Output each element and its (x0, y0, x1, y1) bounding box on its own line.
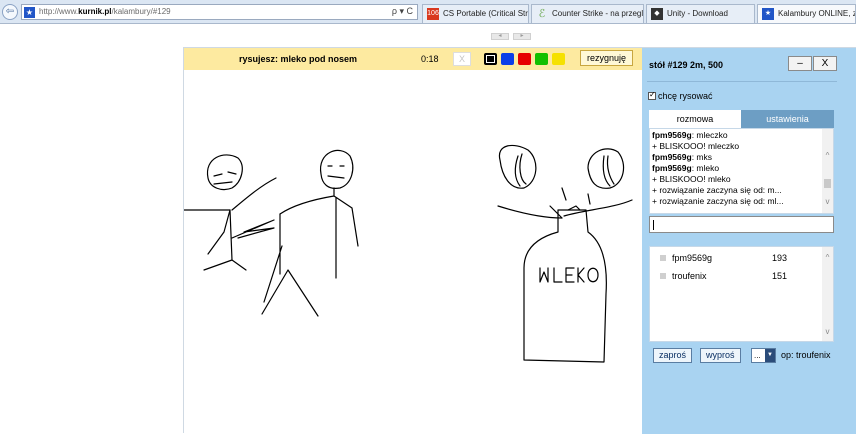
tab-label: Counter Strike - na przegl... (552, 9, 644, 18)
player-status-icon (660, 255, 666, 261)
sketch-eye-right (587, 148, 625, 189)
sketch-body-left (183, 209, 233, 261)
want-draw-label: chcę rysować (658, 91, 713, 101)
want-draw-checkbox[interactable]: chcę rysować (648, 90, 713, 101)
drawing-toolbar: rysujesz: mleko pod nosem 0:18 X rezygnu… (184, 48, 642, 70)
scroll-right-button[interactable]: ▸ (513, 33, 531, 40)
chat-scrollbar[interactable]: ^ v (822, 129, 833, 213)
drawing-sketch (183, 144, 633, 363)
timer: 0:18 (421, 54, 439, 64)
back-arrow-icon[interactable]: ⇦ (2, 4, 18, 20)
task-label: rysujesz: mleko pod nosem (239, 54, 358, 64)
table-actions: zaproś wyproś ... ▼ op: troufenix (649, 348, 854, 364)
player-row[interactable]: fpm9569g 193 (650, 251, 822, 267)
chevron-down-icon: ▼ (765, 349, 775, 362)
tab-settings[interactable]: ustawienia (741, 110, 834, 128)
minimize-button[interactable]: – (788, 56, 812, 71)
color-blue-swatch[interactable] (501, 53, 514, 65)
drawing-canvas[interactable] (183, 70, 642, 434)
color-yellow-swatch[interactable] (552, 53, 565, 65)
player-row[interactable]: troufenix 151 (650, 269, 822, 285)
unity-favicon-icon: ◆ (651, 8, 663, 20)
sketch-face-left (213, 171, 237, 185)
chat-input[interactable] (649, 216, 834, 233)
scroll-thumb[interactable] (824, 179, 831, 188)
browser-tab-kalambury[interactable]: ★ Kalambury ONLINE, zag... (757, 4, 856, 23)
table-title: stół #129 2m, 500 (649, 60, 724, 70)
invite-button[interactable]: zaproś (653, 348, 693, 363)
side-panel: stół #129 2m, 500 – X chcę rysować rozmo… (642, 48, 856, 434)
chat-line: fpm9569g: mks (652, 152, 712, 162)
color-green-swatch[interactable] (535, 53, 548, 65)
sketch-arm-left (207, 209, 231, 255)
sketch-pupil-left (514, 153, 527, 187)
sketch-arm-raised (231, 177, 277, 211)
chat-line: + BLISKOOO! mleko (652, 174, 731, 184)
player-name: fpm9569g (672, 253, 713, 263)
address-bar[interactable]: ★ http://www.kurnik.pl/kalambury/#129 ρ … (21, 4, 418, 20)
browser-tab-cs-portable[interactable]: 106 CS Portable (Critical Strike... (422, 4, 529, 23)
checkbox-checked-icon[interactable] (648, 90, 656, 100)
player-score: 193 (772, 253, 788, 263)
chat-line: fpm9569g: mleko (652, 163, 720, 173)
player-name: troufenix (672, 271, 707, 281)
sketch-nose-lines (549, 187, 591, 219)
sketch-head-middle (320, 150, 354, 189)
url-text: http://www.kurnik.pl/kalambury/#129 (39, 7, 171, 16)
chat-line: fpm9569g: mleczko (652, 130, 728, 140)
color-black-swatch[interactable] (484, 53, 497, 65)
browser-tab-counter-strike[interactable]: ℰ Counter Strike - na przegl... (531, 4, 644, 23)
sketch-head-left (206, 154, 243, 191)
operator-label: op: troufenix (781, 350, 831, 360)
divider (647, 81, 837, 82)
close-button[interactable]: X (813, 56, 837, 71)
sketch-pupil-right (602, 155, 615, 187)
tab-label: Unity - Download (667, 9, 728, 18)
site-favicon-icon: ★ (24, 7, 35, 18)
sketch-arm-middle (263, 213, 283, 303)
scroll-down-icon[interactable]: v (822, 197, 833, 206)
cs-favicon-icon: ℰ (538, 8, 546, 20)
chat-line: + BLISKOOO! mleczko (652, 141, 740, 151)
game-frame: rysujesz: mleko pod nosem 0:18 X rezygnu… (183, 47, 856, 434)
sketch-mleko-letters (539, 267, 599, 283)
scroll-left-button[interactable]: ◂ (491, 33, 509, 40)
scroll-down-icon[interactable]: v (822, 327, 833, 336)
sketch-legs-middle (261, 269, 319, 317)
player-status-icon (660, 273, 666, 279)
chat-line: + rozwiązanie zaczyna się od: m... (652, 185, 782, 195)
player-scrollbar[interactable]: ^ v (822, 247, 833, 341)
kick-button[interactable]: wyproś (700, 348, 741, 363)
kurnik-favicon-icon: ★ (762, 8, 774, 20)
clear-canvas-button[interactable]: X (453, 52, 471, 66)
tab-label: CS Portable (Critical Strike... (443, 9, 529, 18)
search-refresh-icons[interactable]: ρ ▾ C (392, 6, 413, 17)
scroll-up-icon[interactable]: ^ (822, 151, 833, 160)
sketch-legs-left (203, 259, 247, 271)
player-select[interactable]: ... ▼ (751, 348, 776, 363)
color-red-swatch[interactable] (518, 53, 531, 65)
browser-toolbar: ⇦ ★ http://www.kurnik.pl/kalambury/#129 … (0, 0, 856, 24)
tab-label: Kalambury ONLINE, zag... (778, 9, 855, 18)
player-list: fpm9569g 193 troufenix 151 ^ v (649, 246, 834, 342)
tab-chat[interactable]: rozmowa (649, 110, 741, 128)
chat-log: fpm9569g: mleczko + BLISKOOO! mleczko fp… (649, 128, 834, 214)
chat-line: + rozwiązanie zaczyna się od: ml... (652, 196, 784, 206)
browser-tab-unity[interactable]: ◆ Unity - Download (646, 4, 755, 23)
sketch-body-middle (279, 187, 359, 279)
game-favicon-icon: 106 (427, 8, 439, 20)
resign-button[interactable]: rezygnuję (580, 50, 634, 66)
sketch-mustache (497, 199, 633, 219)
scroll-up-icon[interactable]: ^ (822, 253, 833, 262)
text-caret (653, 220, 654, 230)
player-score: 151 (772, 271, 788, 281)
sketch-hand-scribble (231, 219, 275, 239)
sketch-bottle (523, 209, 607, 363)
select-value: ... (754, 351, 761, 360)
sketch-face-middle (327, 165, 345, 179)
